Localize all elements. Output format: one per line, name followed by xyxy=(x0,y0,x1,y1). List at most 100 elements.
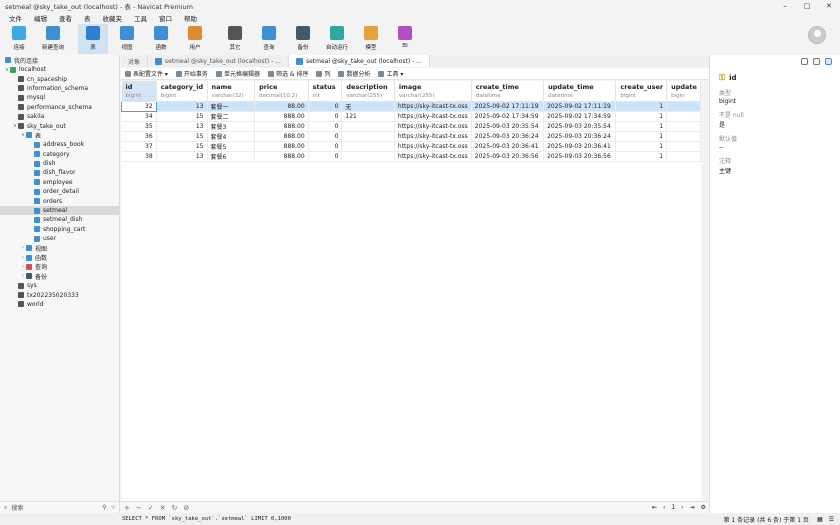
table-cell[interactable] xyxy=(341,121,395,132)
table-cell[interactable]: 2025-09-03 20:36:41 xyxy=(543,141,617,152)
refresh-button[interactable]: ↻ xyxy=(172,504,178,512)
table-cell[interactable]: 2025-09-03 20:36:56 xyxy=(543,151,617,162)
grid-view-icon[interactable]: ▦ xyxy=(817,516,823,523)
toolbar-button[interactable]: 模型 xyxy=(356,24,386,54)
table-cell[interactable]: 2025-09-02 17:11:19 xyxy=(543,101,617,112)
tree-item[interactable]: information_schema xyxy=(0,84,119,93)
table-cell[interactable] xyxy=(666,131,701,142)
page-number[interactable]: 1 xyxy=(671,504,675,511)
tree-item[interactable]: › 视图 xyxy=(0,243,119,253)
table-cell[interactable]: 1 xyxy=(615,111,668,122)
tree-item[interactable]: › 查询 xyxy=(0,262,119,271)
table-toolbar-button[interactable]: 列 xyxy=(316,69,330,78)
table-cell[interactable]: 38 xyxy=(121,151,157,162)
table-cell[interactable]: 15 xyxy=(156,111,208,122)
table-toolbar-button[interactable]: 开始事务 xyxy=(175,69,208,78)
table-cell[interactable]: 34 xyxy=(121,111,157,122)
table-row[interactable]: 36 15 套餐4 888.00 0 https://sky-itcast-tx.oss 2… xyxy=(121,131,701,142)
table-toolbar-button[interactable]: 单元格编辑器 xyxy=(215,69,260,78)
toolbar-button[interactable]: 用户 xyxy=(180,24,210,54)
table-cell[interactable]: https://sky-itcast-tx.oss xyxy=(394,101,472,112)
toolbar-button[interactable]: 新建查询 xyxy=(38,24,68,54)
table-cell[interactable]: 2025-09-02 17:11:19 xyxy=(471,101,545,112)
table-cell[interactable]: 888.00 xyxy=(254,121,309,132)
table-cell[interactable]: 0 xyxy=(308,151,343,162)
table-cell[interactable]: 2025-09-03 20:35:54 xyxy=(543,121,617,132)
toolbar-button[interactable]: 函数 xyxy=(146,24,176,54)
toolbar-button[interactable]: BI xyxy=(390,24,420,54)
table-cell[interactable]: 套餐3 xyxy=(207,121,256,132)
tree-item[interactable]: tx202235020333 xyxy=(0,290,119,299)
menu-item[interactable]: 编辑 xyxy=(28,13,53,23)
table-cell[interactable]: 套餐一 xyxy=(207,101,256,112)
tree-item[interactable]: setmeal xyxy=(0,205,119,216)
tree-search-input[interactable]: 搜索 xyxy=(11,503,23,512)
toolbar-button[interactable]: 连接 xyxy=(4,24,34,54)
tree-item[interactable]: orders xyxy=(0,196,119,205)
tree-item[interactable]: ∨ 表 xyxy=(0,131,119,140)
tree-item[interactable]: mysql xyxy=(0,93,119,102)
menu-item[interactable]: 文件 xyxy=(3,13,28,23)
table-row[interactable]: 32 13 套餐一 88.00 0 无 https://sky-itcast-tx.oss 2… xyxy=(121,100,701,112)
table-cell[interactable]: 0 xyxy=(308,121,343,132)
table-toolbar-button[interactable]: 筛选 & 排序 xyxy=(267,69,308,78)
table-cell[interactable] xyxy=(341,151,395,162)
table-cell[interactable] xyxy=(666,141,701,152)
table-row[interactable]: 38 13 套餐6 888.00 0 https://sky-itcast-tx.oss 2… xyxy=(121,151,701,162)
filter-icon[interactable]: ⚲ xyxy=(102,504,106,511)
table-cell[interactable] xyxy=(666,121,701,132)
table-cell[interactable]: 2025-09-02 17:34:59 xyxy=(471,111,545,122)
column-header[interactable]: create_time datetime xyxy=(471,81,545,102)
table-row[interactable]: 37 15 套餐5 888.00 0 https://sky-itcast-tx.oss 2… xyxy=(121,141,701,152)
table-toolbar-button[interactable]: 数据分析 xyxy=(338,69,370,78)
table-cell[interactable]: 2025-09-02 17:34:59 xyxy=(543,111,617,122)
table-cell[interactable]: 88.00 xyxy=(254,101,309,112)
stop-button[interactable]: ⊘ xyxy=(183,504,189,512)
menu-item[interactable]: 查看 xyxy=(53,13,78,23)
table-cell[interactable]: 2025-09-03 20:36:24 xyxy=(471,131,545,142)
table-cell[interactable]: 1 xyxy=(615,101,668,112)
tree-item[interactable]: shopping_cart xyxy=(0,225,119,234)
table-cell[interactable]: 套餐二 xyxy=(207,111,256,122)
column-header[interactable]: id bigint xyxy=(121,81,157,102)
tree-item[interactable]: setmeal_dish xyxy=(0,215,119,224)
table-cell[interactable]: 37 xyxy=(121,141,157,152)
first-page-icon[interactable]: ⇤ xyxy=(652,504,657,511)
column-header[interactable]: status int xyxy=(308,81,343,102)
table-toolbar-button[interactable]: 表配置文件 ▾ xyxy=(125,69,168,78)
table-row[interactable]: 35 13 套餐3 888.00 0 https://sky-itcast-tx.oss 2… xyxy=(121,121,701,132)
discard-button[interactable]: ✕ xyxy=(160,504,166,512)
table-cell[interactable]: 888.00 xyxy=(254,151,309,162)
tab[interactable]: setmeal @sky_take_out (localhost) - ... xyxy=(288,55,430,67)
tree-item[interactable]: employee xyxy=(0,178,119,187)
table-cell[interactable]: 888.00 xyxy=(254,131,309,142)
column-header[interactable]: category_id bigint xyxy=(156,81,208,102)
code-icon[interactable] xyxy=(813,57,820,65)
table-cell[interactable]: 0 xyxy=(308,101,343,112)
form-view-icon[interactable]: ☰ xyxy=(829,516,834,523)
table-cell[interactable]: 套餐5 xyxy=(207,141,256,152)
toolbar-button[interactable]: 视图 xyxy=(112,24,142,54)
column-header[interactable]: price decimal(10,2) xyxy=(254,81,309,102)
table-cell[interactable]: 36 xyxy=(121,131,157,142)
table-cell[interactable]: 35 xyxy=(121,121,157,132)
column-header[interactable]: image varchar(255) xyxy=(394,81,472,102)
delete-record-button[interactable]: − xyxy=(136,504,142,512)
table-cell[interactable] xyxy=(341,131,395,142)
tree-item[interactable]: category xyxy=(0,150,119,159)
table-cell[interactable]: 0 xyxy=(308,141,343,152)
table-cell[interactable]: 套餐6 xyxy=(207,151,256,162)
table-row[interactable]: 34 15 套餐二 888.00 0 121 https://sky-itcast-tx.o… xyxy=(121,111,701,122)
column-header[interactable]: name varchar(32) xyxy=(207,81,256,102)
tree-item[interactable]: sakila xyxy=(0,112,119,121)
tree-item[interactable]: › 函数 xyxy=(0,253,119,262)
table-cell[interactable]: 1 xyxy=(615,121,668,132)
table-cell[interactable]: 2025-09-03 20:35:54 xyxy=(471,121,545,132)
column-header[interactable]: update bigin xyxy=(666,81,701,102)
table-cell[interactable]: 套餐4 xyxy=(207,131,256,142)
tab[interactable]: 对象 xyxy=(121,55,149,67)
maximize-button[interactable]: □ xyxy=(796,2,818,10)
table-cell[interactable]: 1 xyxy=(615,151,668,162)
table-cell[interactable]: 无 xyxy=(341,101,395,112)
close-button[interactable]: ✕ xyxy=(818,2,840,10)
